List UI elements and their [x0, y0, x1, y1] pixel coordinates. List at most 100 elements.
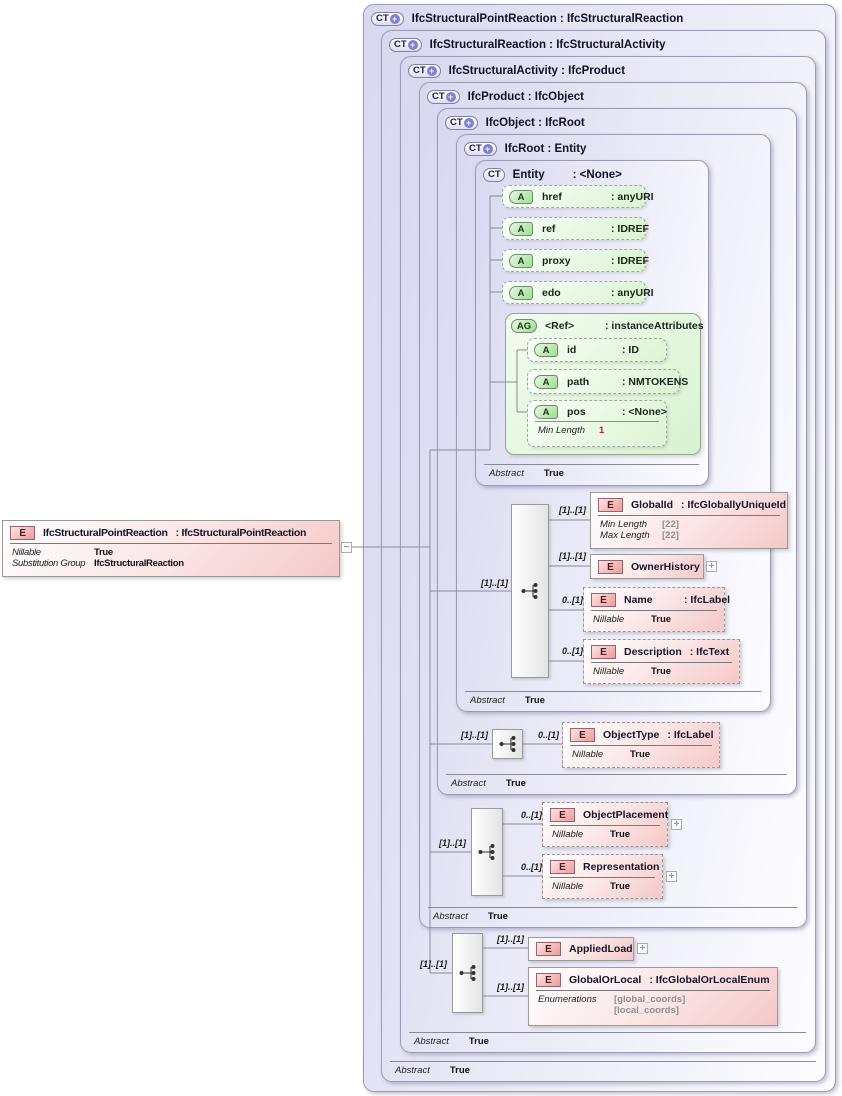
facet-max-length: Max Length [22] [600, 530, 780, 541]
element-badge-icon: E [570, 728, 595, 742]
ct-title: IfcStructuralPointReaction : IfcStructur… [412, 13, 684, 25]
attribute-type: : <None> [622, 406, 667, 418]
abstract-label: Abstract [433, 911, 468, 922]
element-type: : IfcLabel [684, 594, 730, 606]
sequence-icon [458, 964, 478, 982]
cardinality-label: 0..[1] [549, 646, 583, 656]
abstract-footer: Abstract True [484, 464, 699, 479]
expand-toggle-icon-ownerhistory[interactable]: + [706, 561, 717, 572]
ct-title-type: : <None> [573, 169, 622, 181]
element-name: Name [624, 594, 676, 606]
element-objectplacement[interactable]: E ObjectPlacement Nillable True [542, 802, 668, 847]
ct-header-ifcobject[interactable]: CT+ IfcObject : IfcRoot [445, 114, 585, 131]
abstract-value: True [450, 1065, 470, 1076]
abstract-label: Abstract [395, 1065, 430, 1076]
ct-header-ifcstructuralreaction[interactable]: CT+ IfcStructuralReaction : IfcStructura… [389, 36, 665, 53]
expand-plus-icon[interactable]: + [464, 118, 474, 128]
abstract-value: True [469, 1036, 489, 1047]
complextype-badge-icon[interactable]: CT [483, 168, 505, 182]
complextype-badge-icon[interactable]: CT+ [445, 116, 478, 130]
attribute-id[interactable]: A id : ID [527, 338, 667, 362]
element-substitution-ifcstructuralpointreaction[interactable]: E IfcStructuralPointReaction : IfcStruct… [2, 520, 340, 577]
cardinality-label: [1]..[1] [454, 730, 488, 740]
ct-header-ifcproduct[interactable]: CT+ IfcProduct : IfcObject [427, 88, 584, 105]
sequence-compositor-ifcobject [492, 729, 523, 759]
abstract-footer: Abstract True [446, 774, 787, 789]
element-name: ObjectPlacement [583, 809, 668, 821]
abstract-footer: Abstract True [390, 1061, 816, 1076]
cardinality-label: 0..[1] [525, 730, 559, 740]
element-objecttype[interactable]: E ObjectType : IfcLabel Nillable True [562, 722, 720, 768]
attribute-badge-icon: A [509, 286, 533, 300]
attribute-href[interactable]: A href : anyURI [502, 185, 646, 208]
element-badge-icon: E [550, 860, 575, 874]
facet-nillable: Nillable True [572, 749, 712, 760]
attribute-ref[interactable]: A ref : IDREF [502, 217, 646, 240]
ct-header-ifcroot[interactable]: CT+ IfcRoot : Entity [464, 140, 586, 157]
abstract-footer: Abstract True [428, 907, 797, 922]
attribute-badge-icon: A [534, 343, 558, 357]
complextype-badge-icon[interactable]: CT+ [408, 64, 441, 78]
expand-plus-icon[interactable]: + [390, 14, 400, 24]
facet-nillable: Nillable True [12, 547, 332, 558]
element-ownerhistory[interactable]: E OwnerHistory [590, 554, 704, 579]
attribute-group-type: : instanceAttributes [605, 320, 704, 332]
attribute-name: edo [542, 287, 602, 299]
expand-plus-icon[interactable]: + [483, 144, 493, 154]
element-name: GlobalId [631, 499, 673, 511]
expand-toggle-icon-representation[interactable]: + [666, 871, 677, 882]
ct-title: IfcObject : IfcRoot [486, 117, 585, 129]
attribute-path[interactable]: A path : NMTOKENS [527, 369, 680, 394]
cardinality-label: [1]..[1] [474, 578, 508, 588]
attribute-name: href [542, 191, 602, 203]
cardinality-label: [1]..[1] [552, 551, 586, 561]
element-globalid[interactable]: E GlobalId : IfcGloballyUniqueId Min Len… [590, 492, 788, 549]
cardinality-label: [1]..[1] [552, 505, 586, 515]
xsd-diagram: CT+ IfcStructuralPointReaction : IfcStru… [0, 0, 842, 1096]
complextype-badge-icon[interactable]: CT+ [389, 38, 422, 52]
expand-toggle-icon-appliedload[interactable]: + [637, 943, 648, 954]
element-name: ObjectType [603, 729, 659, 741]
attribute-proxy[interactable]: A proxy : IDREF [502, 249, 646, 272]
element-name: OwnerHistory [631, 561, 700, 573]
sequence-icon [520, 582, 540, 600]
element-representation[interactable]: E Representation Nillable True [542, 854, 663, 899]
complextype-badge-icon[interactable]: CT+ [464, 142, 497, 156]
element-appliedload[interactable]: E AppliedLoad [528, 937, 634, 961]
attribute-type: : IDREF [611, 255, 649, 267]
expand-plus-icon[interactable]: + [446, 92, 456, 102]
expand-plus-icon[interactable]: + [427, 66, 437, 76]
element-name[interactable]: E Name : IfcLabel Nillable True [583, 587, 725, 632]
attribute-group-name: <Ref> [545, 320, 597, 332]
element-name: IfcStructuralPointReaction [43, 527, 168, 539]
sequence-compositor-ifcroot [511, 504, 549, 678]
collapse-toggle-icon[interactable]: − [341, 542, 352, 553]
attribute-type: : NMTOKENS [622, 376, 688, 388]
sequence-compositor-ifcstructuralactivity [452, 933, 483, 1013]
ct-header-entity[interactable]: CT Entity : <None> [483, 166, 622, 183]
cardinality-label: [1]..[1] [413, 959, 447, 969]
ct-header-ifcstructuralactivity[interactable]: CT+ IfcStructuralActivity : IfcProduct [408, 62, 625, 79]
complextype-badge-icon[interactable]: CT+ [371, 12, 404, 26]
complextype-badge-icon[interactable]: CT+ [427, 90, 460, 104]
attribute-badge-icon: A [509, 190, 533, 204]
abstract-label: Abstract [451, 778, 486, 789]
ct-header-ifcstructuralpointreaction[interactable]: CT+ IfcStructuralPointReaction : IfcStru… [371, 10, 683, 27]
facet-value: 1 [599, 425, 604, 436]
expand-plus-icon[interactable]: + [408, 40, 418, 50]
attribute-name: pos [567, 406, 613, 418]
attribute-pos[interactable]: A pos : <None> Min Length 1 [527, 400, 667, 447]
attribute-type: : anyURI [611, 191, 654, 203]
abstract-value: True [525, 695, 545, 706]
attribute-badge-icon: A [534, 375, 558, 389]
element-description[interactable]: E Description : IfcText Nillable True [583, 639, 740, 684]
attribute-edo[interactable]: A edo : anyURI [502, 281, 646, 304]
abstract-footer: Abstract True [465, 691, 761, 706]
attribute-group-header[interactable]: AG <Ref> : instanceAttributes [511, 319, 704, 333]
expand-toggle-icon-objectplacement[interactable]: + [671, 819, 682, 830]
element-globalorlocal[interactable]: E GlobalOrLocal : IfcGlobalOrLocalEnum E… [528, 967, 778, 1026]
element-badge-icon: E [550, 808, 575, 822]
attribute-name: proxy [542, 255, 602, 267]
facet-enumerations-2: [local_coords] [538, 1005, 770, 1016]
ct-title: IfcStructuralReaction : IfcStructuralAct… [430, 39, 666, 51]
